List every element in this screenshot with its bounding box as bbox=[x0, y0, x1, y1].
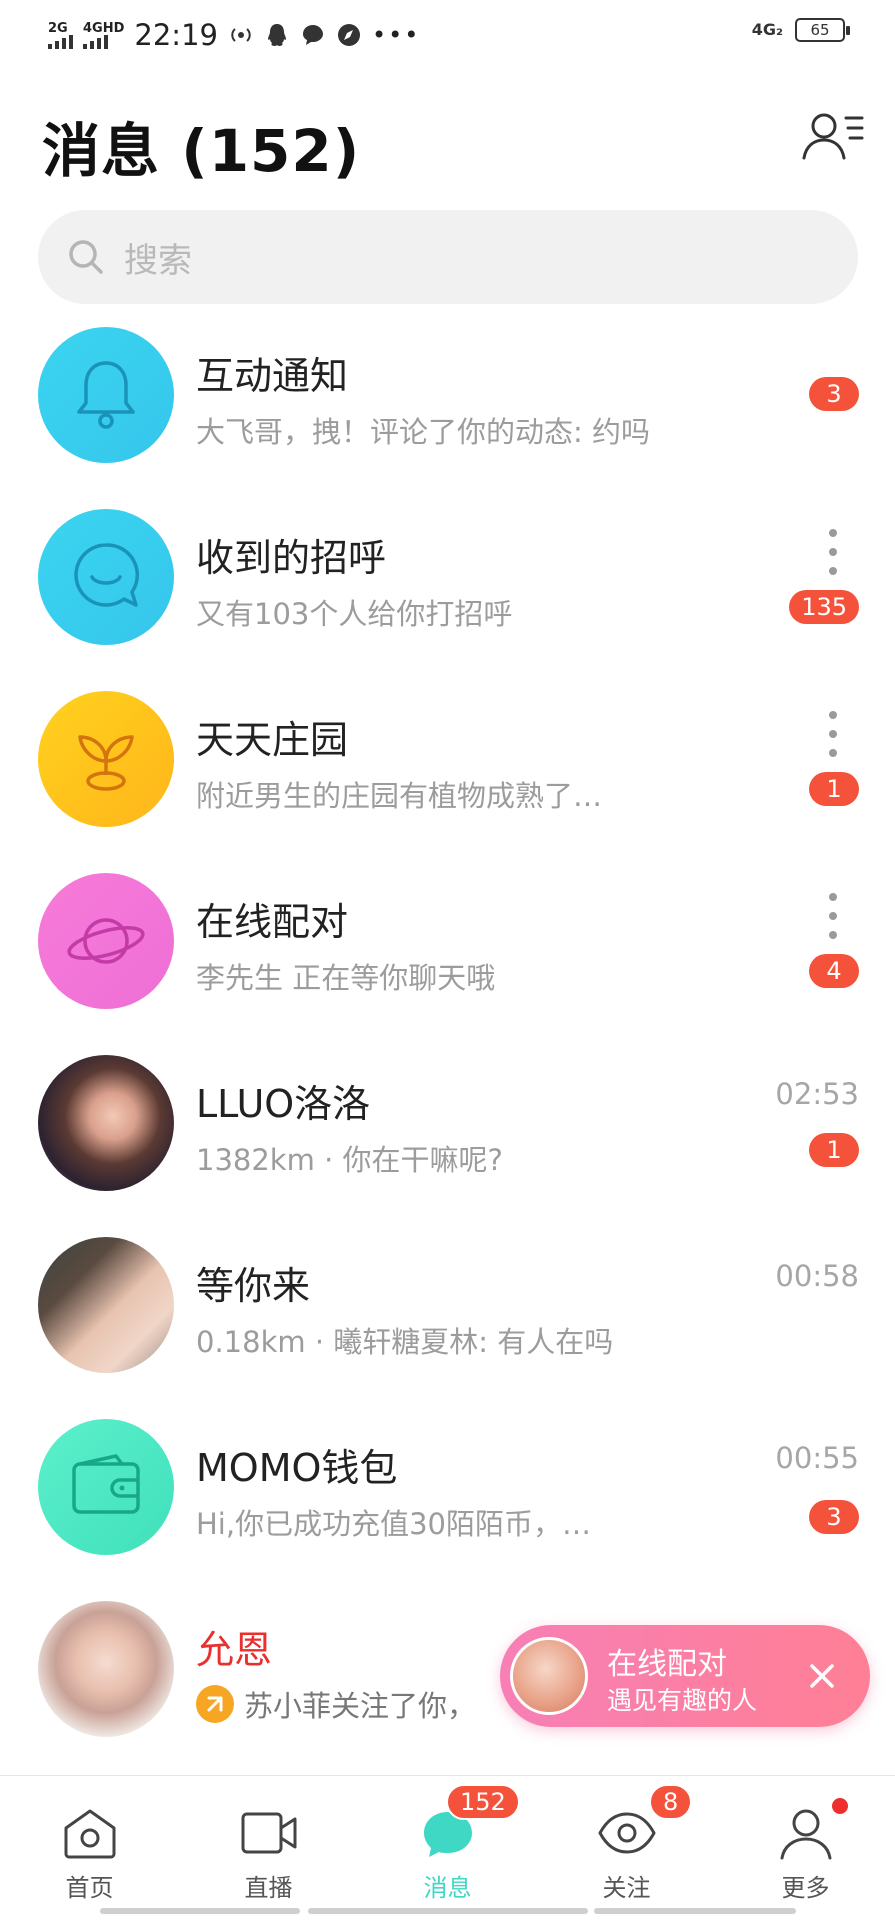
message-time: 00:55 bbox=[775, 1441, 859, 1475]
network-type-label: 2G bbox=[48, 20, 68, 36]
battery-indicator: 65 bbox=[795, 18, 850, 42]
chat-smile-icon bbox=[74, 543, 140, 607]
banner-subtitle: 遇见有趣的人 bbox=[607, 1686, 758, 1715]
signal-2g-indicator: 2G bbox=[48, 22, 73, 49]
list-item-online-match[interactable]: 在线配对 李先生 正在等你聊天哦 4 bbox=[0, 873, 895, 1055]
qq-icon bbox=[267, 24, 286, 46]
tab-follow[interactable]: 关注 8 bbox=[537, 1776, 716, 1906]
item-title: 天天庄园 bbox=[196, 718, 349, 762]
search-input[interactable]: 搜索 bbox=[38, 210, 858, 304]
user-avatar[interactable] bbox=[38, 1237, 174, 1373]
video-camera-icon bbox=[241, 1812, 296, 1854]
status-bar: 2G 4GHD 22:19 ••• 4G₂ 65 bbox=[0, 0, 895, 70]
item-subtitle: 0.18km · 曦轩糖夏林: 有人在吗 bbox=[196, 1325, 614, 1359]
item-subtitle: 李先生 正在等你聊天哦 bbox=[196, 961, 496, 995]
item-subtitle: Hi,你已成功充值30陌陌币，… bbox=[196, 1507, 591, 1541]
tab-more[interactable]: 更多 bbox=[716, 1776, 895, 1906]
unread-badge: 135 bbox=[789, 590, 859, 624]
banner-title: 在线配对 bbox=[607, 1647, 727, 1682]
more-options-icon[interactable] bbox=[823, 711, 843, 757]
garden-avatar bbox=[38, 691, 174, 827]
tab-label: 首页 bbox=[65, 1874, 114, 1902]
network-4g-label: 4G₂ bbox=[751, 20, 783, 39]
notice-avatar bbox=[38, 327, 174, 463]
wallet-icon bbox=[72, 1454, 140, 1514]
match-avatar bbox=[38, 873, 174, 1009]
item-title: LLUO洛洛 bbox=[196, 1082, 371, 1126]
item-subtitle: 附近男生的庄园有植物成熟了… bbox=[196, 779, 603, 813]
message-time: 02:53 bbox=[775, 1077, 859, 1111]
more-options-icon[interactable] bbox=[823, 529, 843, 575]
user-avatar[interactable] bbox=[38, 1055, 174, 1191]
item-subtitle: 苏小菲关注了你， bbox=[244, 1689, 477, 1723]
list-item-greetings[interactable]: 收到的招呼 又有103个人给你打招呼 135 bbox=[0, 509, 895, 691]
list-item-daily-garden[interactable]: 天天庄园 附近男生的庄园有植物成熟了… 1 bbox=[0, 691, 895, 873]
item-title: 等你来 bbox=[196, 1264, 311, 1308]
tab-badge: 8 bbox=[649, 1784, 693, 1820]
network-type-label: 4GHD bbox=[83, 20, 125, 36]
online-match-banner[interactable]: 在线配对 遇见有趣的人 bbox=[500, 1625, 870, 1727]
tab-label: 更多 bbox=[781, 1874, 830, 1902]
close-icon[interactable] bbox=[804, 1658, 840, 1694]
battery-level: 65 bbox=[810, 21, 830, 39]
item-subtitle: 又有103个人给你打招呼 bbox=[196, 597, 513, 631]
bell-icon bbox=[77, 361, 135, 429]
clock: 22:19 bbox=[134, 18, 218, 52]
item-title: MOMO钱包 bbox=[196, 1446, 398, 1490]
search-placeholder: 搜索 bbox=[124, 240, 192, 281]
list-item-chat-dengnilai[interactable]: 等你来 0.18km · 曦轩糖夏林: 有人在吗 00:58 bbox=[0, 1237, 895, 1419]
message-time: 00:58 bbox=[775, 1259, 859, 1293]
home-indicator bbox=[100, 1908, 300, 1914]
greetings-avatar bbox=[38, 509, 174, 645]
list-item-momo-wallet[interactable]: MOMO钱包 Hi,你已成功充值30陌陌币，… 00:55 3 bbox=[0, 1419, 895, 1601]
sprout-icon bbox=[78, 735, 134, 791]
notification-dot bbox=[832, 1798, 848, 1814]
contacts-button[interactable] bbox=[800, 108, 866, 168]
more-options-icon[interactable] bbox=[823, 893, 843, 939]
tab-badge: 152 bbox=[446, 1784, 520, 1820]
home-indicator bbox=[308, 1908, 588, 1914]
user-avatar[interactable] bbox=[38, 1601, 174, 1737]
unread-badge: 1 bbox=[809, 1133, 859, 1167]
planet-icon bbox=[67, 918, 145, 964]
item-title: 收到的招呼 bbox=[196, 536, 387, 580]
compass-icon bbox=[337, 24, 360, 46]
unread-badge: 4 bbox=[809, 954, 859, 988]
tab-label: 消息 bbox=[423, 1874, 472, 1902]
home-icon bbox=[64, 1809, 115, 1859]
home-indicator bbox=[594, 1908, 796, 1914]
banner-avatar bbox=[510, 1637, 588, 1715]
signal-4g-indicator: 4GHD bbox=[83, 22, 124, 49]
tab-live[interactable]: 直播 bbox=[179, 1776, 358, 1906]
tab-label: 直播 bbox=[244, 1874, 293, 1902]
more-notifications-icon: ••• bbox=[371, 21, 421, 49]
tab-messages[interactable]: 消息 152 bbox=[358, 1776, 537, 1906]
item-subtitle: 1382km · 你在干嘛呢? bbox=[196, 1143, 503, 1177]
search-icon bbox=[69, 240, 103, 274]
page-title: 消息 (152) bbox=[42, 117, 361, 185]
hotspot-icon bbox=[231, 28, 251, 42]
item-title: 在线配对 bbox=[196, 900, 349, 944]
tab-label: 关注 bbox=[602, 1874, 651, 1902]
list-item-interaction-notice[interactable]: 互动通知 大飞哥，拽！评论了你的动态: 约吗 3 bbox=[0, 327, 895, 509]
contacts-list-icon bbox=[802, 113, 864, 160]
unread-badge: 1 bbox=[809, 772, 859, 806]
wallet-avatar bbox=[38, 1419, 174, 1555]
list-item-chat-lluo[interactable]: LLUO洛洛 1382km · 你在干嘛呢? 02:53 1 bbox=[0, 1055, 895, 1237]
bottom-tab-bar: 首页 直播 消息 152 关注 8 更多 bbox=[0, 1775, 895, 1920]
item-subtitle: 大飞哥，拽！评论了你的动态: 约吗 bbox=[196, 415, 650, 449]
follow-arrow-icon bbox=[196, 1685, 234, 1723]
tab-home[interactable]: 首页 bbox=[0, 1776, 179, 1906]
message-bubble-icon bbox=[302, 25, 323, 45]
unread-badge: 3 bbox=[809, 1500, 859, 1534]
profile-icon bbox=[780, 1809, 831, 1860]
eye-icon bbox=[598, 1812, 655, 1854]
item-title: 允恩 bbox=[196, 1628, 273, 1672]
unread-badge: 3 bbox=[809, 377, 859, 411]
item-title: 互动通知 bbox=[196, 354, 349, 398]
